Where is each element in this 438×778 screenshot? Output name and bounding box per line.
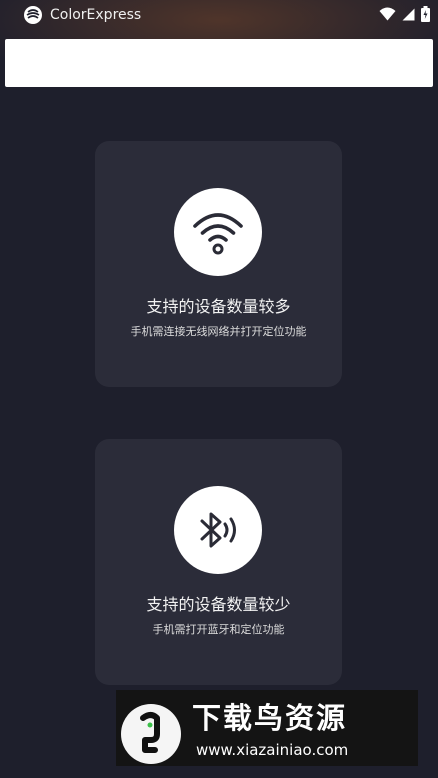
status-icons <box>379 6 430 22</box>
wifi-icon <box>193 213 243 255</box>
wifi-mode-card[interactable]: 支持的设备数量较多 手机需连接无线网络并打开定位功能 <box>95 141 342 387</box>
watermark-url: www.xiazainiao.com <box>196 741 349 759</box>
app-name: ColorExpress <box>50 7 142 23</box>
bluetooth-icon <box>200 512 236 548</box>
wifi-icon-circle <box>174 188 262 276</box>
card-subtitle: 手机需打开蓝牙和定位功能 <box>152 623 285 636</box>
status-bar: ColorExpress <box>0 0 438 30</box>
bluetooth-icon-circle <box>174 486 262 574</box>
bird-logo-icon <box>121 704 181 764</box>
watermark-banner: 下载鸟资源 www.xiazainiao.com <box>116 690 418 766</box>
app-logo-icon <box>24 6 42 24</box>
search-input[interactable] <box>5 39 433 87</box>
bluetooth-mode-card[interactable]: 支持的设备数量较少 手机需打开蓝牙和定位功能 <box>95 439 342 685</box>
wifi-signal-icon <box>379 7 396 21</box>
card-title: 支持的设备数量较少 <box>146 595 291 614</box>
battery-icon <box>421 6 430 22</box>
card-subtitle: 手机需连接无线网络并打开定位功能 <box>130 325 307 338</box>
card-title: 支持的设备数量较多 <box>146 297 291 316</box>
cell-signal-icon <box>402 8 415 20</box>
watermark-title: 下载鸟资源 <box>192 701 348 735</box>
